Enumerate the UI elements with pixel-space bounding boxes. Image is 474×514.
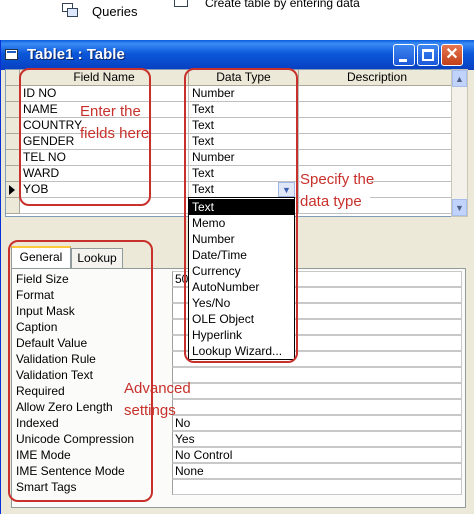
maximize-button[interactable]: [417, 44, 439, 66]
advanced-settings-annotation: Advanced settings: [124, 378, 194, 422]
current-row-arrow-icon: [9, 185, 15, 195]
annotation-line: data type: [300, 193, 362, 210]
scroll-up-button[interactable]: ▲: [452, 70, 467, 87]
row-selector[interactable]: [6, 198, 20, 214]
scroll-down-button[interactable]: ▼: [452, 199, 467, 216]
window-title: Table1 : Table: [27, 46, 125, 63]
title-bar[interactable]: Table1 : Table ✕: [1, 40, 474, 70]
annotation-line: Enter the: [80, 103, 141, 120]
database-window-background: Queries Create table by entering data: [0, 0, 474, 40]
create-table-icon: [174, 0, 188, 7]
vertical-scrollbar[interactable]: ▲ ▼: [451, 69, 468, 217]
validation-text-input[interactable]: [172, 367, 462, 383]
row-selector[interactable]: [6, 182, 20, 198]
create-table-entering-data-label[interactable]: Create table by entering data: [205, 0, 360, 10]
close-button[interactable]: ✕: [441, 44, 463, 66]
row-selector[interactable]: [6, 166, 20, 182]
row-selector[interactable]: [6, 86, 20, 102]
annotation-line: fields here: [80, 125, 150, 142]
allow-zero-length-input[interactable]: [172, 399, 462, 415]
row-selector[interactable]: [6, 118, 20, 134]
row-selector-header: [6, 70, 20, 86]
close-icon: ✕: [445, 46, 459, 63]
row-selector[interactable]: [6, 134, 20, 150]
smart-tags-input[interactable]: [172, 479, 462, 495]
enter-fields-annotation: Enter the fields here: [80, 101, 150, 145]
row-selector[interactable]: [6, 102, 20, 118]
annotation-line: Specify the: [300, 171, 375, 188]
queries-label[interactable]: Queries: [92, 4, 138, 19]
description-cell[interactable]: [299, 118, 454, 134]
ime-mode-input[interactable]: No Control: [172, 447, 462, 463]
minimize-icon: [399, 59, 407, 62]
specify-type-annotation: Specify the data type: [300, 169, 375, 213]
unicode-compression-input[interactable]: Yes: [172, 431, 462, 447]
required-input[interactable]: [172, 383, 462, 399]
advanced-settings-annotation-box: [8, 240, 153, 502]
description-cell[interactable]: [299, 102, 454, 118]
maximize-icon: [422, 49, 434, 61]
annotation-line: settings: [124, 402, 176, 419]
description-cell[interactable]: [299, 134, 454, 150]
row-selector[interactable]: [6, 150, 20, 166]
description-header: Description: [299, 70, 454, 86]
description-cell[interactable]: [299, 86, 454, 102]
data-types-annotation-box: [184, 68, 298, 363]
queries-icon: [62, 3, 78, 17]
ime-sentence-mode-input[interactable]: None: [172, 463, 462, 479]
annotation-line: Advanced: [124, 380, 191, 397]
indexed-input[interactable]: No: [172, 415, 462, 431]
minimize-button[interactable]: [393, 44, 415, 66]
table-icon: [5, 49, 18, 60]
description-cell[interactable]: [299, 150, 454, 166]
